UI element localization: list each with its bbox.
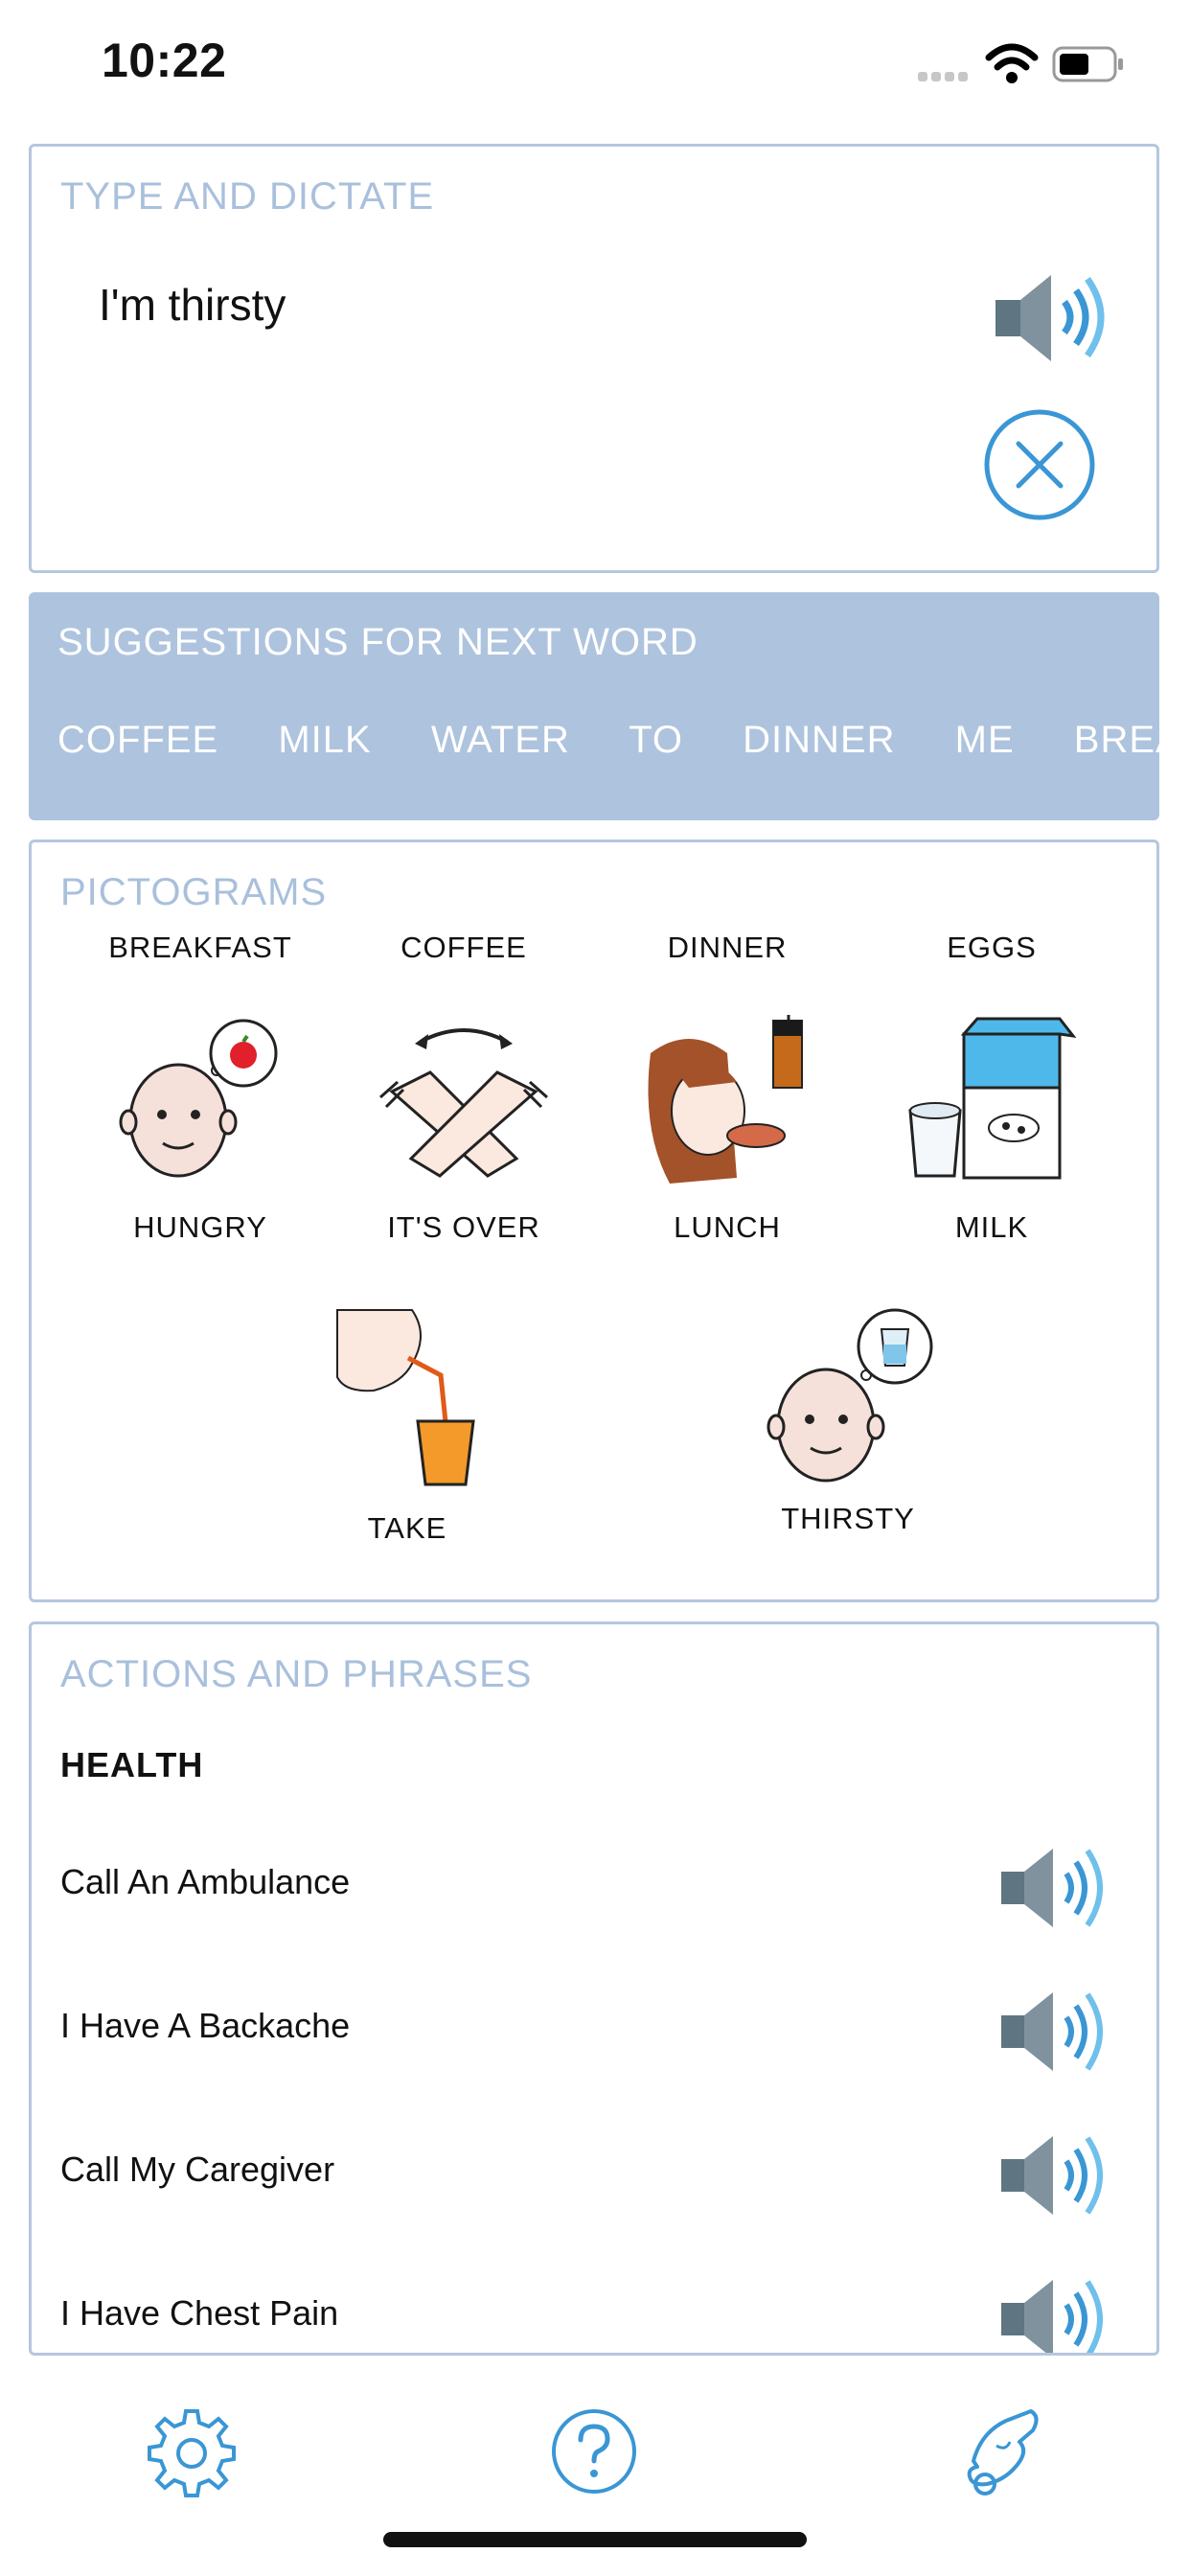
pictogram-its-over[interactable]: IT'S OVER [332,1015,596,1245]
status-time: 10:22 [102,34,227,87]
milk-carton-icon [908,1017,1077,1180]
gear-icon[interactable] [144,2404,240,2499]
drinking-straw-icon [336,1309,475,1486]
phrase-text: I Have Chest Pain [60,2293,339,2333]
pictogram-label: IT'S OVER [387,1210,540,1244]
suggestions-panel: SUGGESTIONS FOR NEXT WORD COFFEE MILK WA… [29,592,1159,820]
pictogram-breakfast[interactable]: BREAKFAST [68,931,332,965]
hand-icon[interactable] [952,2404,1048,2499]
pictogram-label: BREAKFAST [108,931,292,964]
category-heading: HEALTH [60,1745,204,1784]
suggestion-word[interactable]: COFFEE [57,719,218,761]
home-indicator[interactable] [383,2532,807,2547]
pictograms-panel: PICTOGRAMS BREAKFAST COFFEE DINNER EGGS … [29,840,1159,1602]
pictogram-coffee[interactable]: COFFEE [332,931,596,965]
phrase-text: Call An Ambulance [60,1862,351,1901]
phrase-text: Call My Caregiver [60,2150,335,2189]
hungry-face-icon [119,1019,278,1178]
speaker-icon[interactable] [999,1843,1124,1933]
pictogram-label: DINNER [667,931,788,964]
lunch-girl-icon [648,1015,803,1184]
pictogram-label: LUNCH [674,1210,781,1244]
pictogram-milk[interactable]: MILK [859,1015,1124,1245]
speaker-icon[interactable] [999,1987,1124,2077]
wifi-icon [985,43,1039,83]
suggestions-title: SUGGESTIONS FOR NEXT WORD [57,621,698,663]
suggestion-list: COFFEE MILK WATER TO DINNER ME BREAKF. [57,719,1159,762]
close-circle-icon[interactable] [982,407,1097,522]
phrase-row[interactable]: Call My Caregiver [32,2117,1156,2232]
thirsty-face-icon [767,1308,933,1483]
phrase-row[interactable]: I Have Chest Pain [32,2261,1156,2356]
pictograms-title: PICTOGRAMS [60,871,328,913]
speaker-icon[interactable] [999,2274,1124,2356]
pictogram-label: TAKE [367,1511,447,1545]
actions-title: ACTIONS AND PHRASES [60,1653,533,1695]
speaker-icon[interactable] [990,269,1124,365]
speaker-icon[interactable] [999,2130,1124,2220]
phrase-row[interactable]: I Have A Backache [32,1973,1156,2088]
suggestion-word[interactable]: BREAKF. [1074,719,1159,761]
pictogram-label: THIRSTY [781,1502,915,1535]
crossed-arms-icon [379,1028,548,1178]
pictogram-thirsty[interactable]: THIRSTY [716,1306,980,1536]
status-bar: 10:22 [0,0,1190,134]
actions-and-phrases-panel: ACTIONS AND PHRASES HEALTH Call An Ambul… [29,1622,1159,2356]
help-icon[interactable] [546,2404,642,2499]
suggestion-word[interactable]: WATER [431,719,570,761]
pictogram-hungry[interactable]: HUNGRY [68,1015,332,1245]
phrase-text: I Have A Backache [60,2006,351,2045]
type-and-dictate-panel: TYPE AND DICTATE I'm thirsty [29,144,1159,573]
pictogram-label: COFFEE [400,931,527,964]
pictogram-eggs[interactable]: EGGS [859,931,1124,965]
suggestion-word[interactable]: MILK [278,719,371,761]
suggestion-word[interactable]: DINNER [743,719,895,761]
typed-text-field[interactable]: I'm thirsty [99,279,286,331]
pictogram-lunch[interactable]: LUNCH [595,1015,859,1245]
pictogram-dinner[interactable]: DINNER [595,931,859,965]
pictogram-take[interactable]: TAKE [275,1306,539,1546]
phrase-row[interactable]: Call An Ambulance [32,1829,1156,1944]
pictogram-label: EGGS [947,931,1037,964]
battery-icon [1052,46,1123,82]
cellular-signal-icon [918,69,973,82]
suggestion-word[interactable]: ME [955,719,1015,761]
type-panel-title: TYPE AND DICTATE [60,175,435,218]
suggestion-word[interactable]: TO [629,719,683,761]
pictogram-label: MILK [954,1210,1029,1244]
pictogram-label: HUNGRY [133,1210,267,1244]
